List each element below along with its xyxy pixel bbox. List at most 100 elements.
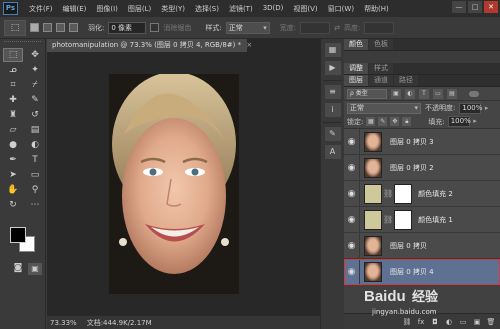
stamp-tool-icon[interactable]: ♜ <box>3 108 23 122</box>
properties-panel-icon[interactable]: ≡ <box>324 85 341 99</box>
filter-toggle[interactable] <box>469 90 479 97</box>
new-selection-icon[interactable] <box>30 23 39 32</box>
tab-layers[interactable]: 图层 <box>344 75 368 86</box>
menu-window[interactable]: 窗口(W) <box>323 4 359 14</box>
document-size-info[interactable]: 文档:444.9K/2.17M <box>87 318 152 328</box>
tool-preset-picker[interactable]: ⬚ <box>4 19 26 36</box>
adjustment-icon[interactable]: ◐ <box>444 317 454 327</box>
lock-transparent-icon[interactable]: ▦ <box>366 117 376 126</box>
magic-wand-tool-icon[interactable]: ✦ <box>25 63 45 77</box>
visibility-eye-icon[interactable]: ◉ <box>344 206 360 233</box>
blend-mode-select[interactable]: 正常 <box>347 102 421 114</box>
blur-tool-icon[interactable]: ● <box>3 138 23 152</box>
trash-icon[interactable]: 🗑︎ <box>486 317 496 327</box>
character-panel-icon[interactable]: A <box>324 145 341 159</box>
quick-mask-icon[interactable]: ◙ <box>10 263 26 275</box>
filter-shape-icon[interactable]: ▭ <box>433 88 443 99</box>
menu-help[interactable]: 帮助(H) <box>359 4 394 14</box>
height-input[interactable] <box>364 21 395 34</box>
minimize-button[interactable]: — <box>452 1 466 13</box>
portrait-photo[interactable] <box>109 74 239 294</box>
layer-row[interactable]: ◉ 图层 0 拷贝 3 <box>344 128 500 155</box>
toolbar-grip[interactable] <box>4 41 41 46</box>
canvas-area[interactable] <box>47 52 320 315</box>
brush-tool-icon[interactable]: ✎ <box>25 93 45 107</box>
zoom-level[interactable]: 73.33% <box>50 319 77 327</box>
lock-position-icon[interactable]: ✥ <box>390 117 400 126</box>
tab-paths[interactable]: 路径 <box>394 75 418 86</box>
document-tab[interactable]: photomanipulation @ 73.3% (图层 0 拷贝 4, RG… <box>47 39 252 52</box>
type-tool-icon[interactable]: T <box>25 153 45 167</box>
subtract-selection-icon[interactable] <box>56 23 65 32</box>
close-document-icon[interactable]: × <box>246 41 252 49</box>
foreground-color-swatch[interactable] <box>10 227 26 243</box>
tab-swatches[interactable]: 色板 <box>369 39 393 50</box>
width-input[interactable] <box>300 21 331 34</box>
tab-color[interactable]: 颜色 <box>344 39 368 50</box>
dodge-tool-icon[interactable]: ◐ <box>25 138 45 152</box>
filter-smart-icon[interactable]: ▤ <box>447 88 457 99</box>
opacity-input[interactable]: 100% <box>459 102 488 114</box>
healing-tool-icon[interactable]: ✚ <box>3 93 23 107</box>
visibility-eye-icon[interactable]: ◉ <box>344 128 360 155</box>
history-panel-icon[interactable]: ▦ <box>324 43 341 57</box>
menu-3d[interactable]: 3D(D) <box>258 4 289 14</box>
move-tool-icon[interactable]: ✥ <box>25 48 45 62</box>
layer-row[interactable]: ◉ ⛓ 颜色填充 2 <box>344 180 500 207</box>
screen-mode-icon[interactable]: ▣ <box>28 263 42 275</box>
filter-pixel-icon[interactable]: ▣ <box>391 88 401 99</box>
visibility-eye-icon[interactable]: ◉ <box>344 154 360 181</box>
antialias-checkbox[interactable] <box>150 23 160 32</box>
path-select-tool-icon[interactable]: ➤ <box>3 168 23 182</box>
menu-select[interactable]: 选择(S) <box>190 4 224 14</box>
filter-adjust-icon[interactable]: ◐ <box>405 88 415 99</box>
add-selection-icon[interactable] <box>43 23 52 32</box>
layer-mask-thumbnail[interactable] <box>394 209 413 230</box>
menu-type[interactable]: 类型(Y) <box>156 4 190 14</box>
menu-view[interactable]: 视图(V) <box>288 4 322 14</box>
menu-edit[interactable]: 编辑(E) <box>58 4 92 14</box>
menu-file[interactable]: 文件(F) <box>24 4 58 14</box>
tab-channels[interactable]: 通道 <box>369 75 393 86</box>
visibility-eye-icon[interactable]: ◉ <box>344 180 360 207</box>
link-icon[interactable]: ⛓ <box>402 317 412 327</box>
layer-filter-select[interactable]: ρ 类型 <box>347 88 387 99</box>
visibility-eye-icon[interactable]: ◉ <box>344 232 360 259</box>
fill-input[interactable]: 100% <box>447 116 477 127</box>
tab-styles[interactable]: 样式 <box>369 63 393 74</box>
info-panel-icon[interactable]: i <box>324 103 341 117</box>
history-brush-tool-icon[interactable]: ↺ <box>25 108 45 122</box>
crop-tool-icon[interactable]: ⌗ <box>3 78 23 92</box>
hand-tool-icon[interactable]: ✋ <box>3 183 23 197</box>
marquee-tool-icon[interactable]: ⬚ <box>3 48 23 62</box>
tab-adjustments[interactable]: 调整 <box>344 63 368 74</box>
zoom-tool-icon[interactable]: ⚲ <box>25 183 45 197</box>
lock-all-icon[interactable]: 🔒︎ <box>402 117 412 126</box>
fx-icon[interactable]: fx <box>416 317 426 327</box>
gradient-tool-icon[interactable]: ▤ <box>25 123 45 137</box>
actions-panel-icon[interactable]: ▶ <box>324 61 341 75</box>
pen-tool-icon[interactable]: ✒ <box>3 153 23 167</box>
visibility-eye-icon[interactable]: ◉ <box>344 258 360 285</box>
style-select[interactable]: 正常 <box>225 21 270 34</box>
feather-input[interactable]: 0 像素 <box>108 21 147 34</box>
layer-mask-thumbnail[interactable] <box>394 183 413 204</box>
lock-image-icon[interactable]: ✎ <box>378 117 388 126</box>
maximize-button[interactable]: □ <box>468 1 482 13</box>
layer-row[interactable]: ◉ ⛓ 颜色填充 1 <box>344 206 500 233</box>
shape-tool-icon[interactable]: ▭ <box>25 168 45 182</box>
layer-row[interactable]: ◉ 图层 0 拷贝 2 <box>344 154 500 181</box>
group-icon[interactable]: ▭ <box>458 317 468 327</box>
more-tools-icon[interactable]: ⋯ <box>25 198 45 212</box>
menu-filter[interactable]: 滤镜(T) <box>224 4 258 14</box>
eyedropper-tool-icon[interactable]: ⌿ <box>25 78 45 92</box>
new-layer-icon[interactable]: ▣ <box>472 317 482 327</box>
lasso-tool-icon[interactable]: ᓄ <box>3 63 23 77</box>
filter-type-icon[interactable]: T <box>419 88 429 99</box>
layer-row-selected[interactable]: ◉ 图层 0 拷贝 4 <box>344 258 500 285</box>
swap-icon[interactable]: ⇄ <box>334 24 340 32</box>
close-button[interactable]: ✕ <box>484 1 498 13</box>
menu-layer[interactable]: 图层(L) <box>123 4 156 14</box>
brush-panel-icon[interactable]: ✎ <box>324 127 341 141</box>
eraser-tool-icon[interactable]: ▱ <box>3 123 23 137</box>
